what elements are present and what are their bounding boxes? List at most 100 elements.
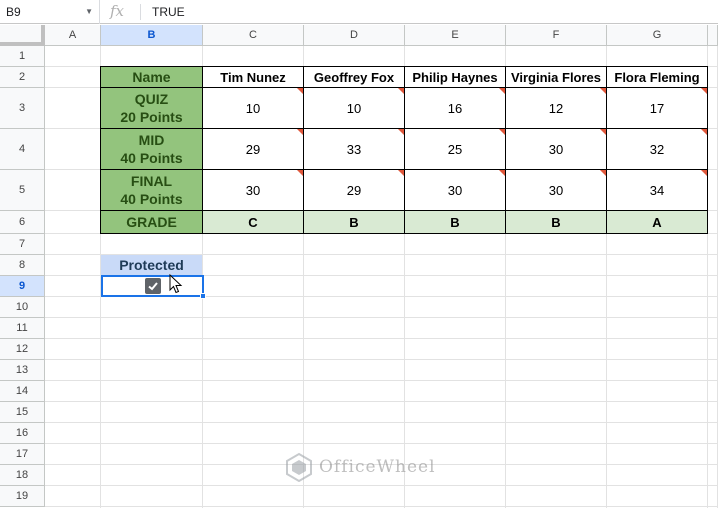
grade-cell[interactable]: B — [506, 211, 607, 234]
fx-icon: fx — [110, 2, 125, 20]
row-header-7[interactable]: 7 — [0, 234, 45, 255]
grade-cell[interactable]: B — [405, 211, 506, 234]
name-box-value: B9 — [6, 5, 21, 19]
score-cell[interactable]: 34 — [607, 170, 708, 211]
mouse-pointer-icon — [169, 273, 183, 299]
grade-cell[interactable]: B — [304, 211, 405, 234]
score-cell[interactable]: 30 — [506, 129, 607, 170]
column-header-d[interactable]: D — [304, 25, 405, 46]
score-cell[interactable]: 12 — [506, 88, 607, 129]
score-value: 32 — [649, 141, 665, 157]
score-value: 30 — [548, 141, 564, 157]
score-cell[interactable]: 33 — [304, 129, 405, 170]
grade-cell[interactable]: C — [203, 211, 304, 234]
score-value: 25 — [447, 141, 463, 157]
protected-range-indicator-icon — [297, 88, 303, 94]
score-value: 30 — [548, 182, 564, 198]
grade-label[interactable]: GRADE — [101, 211, 203, 234]
score-value: 34 — [649, 182, 665, 198]
row-header-10[interactable]: 10 — [0, 297, 45, 318]
select-all-corner[interactable] — [0, 25, 45, 46]
score-value: 33 — [346, 141, 362, 157]
protected-range-indicator-icon — [398, 129, 404, 135]
row-header-3[interactable]: 3 — [0, 88, 45, 129]
table-header-name[interactable]: Name — [101, 67, 203, 88]
score-category-label[interactable]: MID 40 Points — [101, 129, 203, 170]
protected-range-indicator-icon — [499, 170, 505, 176]
row-header-9[interactable]: 9 — [0, 276, 45, 297]
protected-range-indicator-icon — [701, 88, 707, 94]
row-header-4[interactable]: 4 — [0, 129, 45, 170]
row-header-12[interactable]: 12 — [0, 339, 45, 360]
name-box[interactable]: B9 ▼ — [0, 0, 100, 24]
formula-input[interactable]: TRUE — [152, 0, 185, 24]
selection-fill-handle[interactable] — [200, 293, 206, 299]
column-header-a[interactable]: A — [45, 25, 101, 46]
student-name-header[interactable]: Flora Fleming — [607, 67, 708, 88]
score-cell[interactable]: 30 — [405, 170, 506, 211]
column-header-extra — [708, 25, 718, 46]
row-header-5[interactable]: 5 — [0, 170, 45, 211]
protected-range-indicator-icon — [701, 129, 707, 135]
score-cell[interactable]: 29 — [203, 129, 304, 170]
row-header-6[interactable]: 6 — [0, 211, 45, 234]
student-name-header[interactable]: Philip Haynes — [405, 67, 506, 88]
score-value: 10 — [245, 100, 261, 116]
formula-bar: B9 ▼ fx TRUE — [0, 0, 718, 24]
protected-range-indicator-icon — [600, 170, 606, 176]
grade-cell[interactable]: A — [607, 211, 708, 234]
gridline-horizontal — [45, 359, 718, 360]
score-value: 30 — [447, 182, 463, 198]
row-header-16[interactable]: 16 — [0, 423, 45, 444]
score-category-label[interactable]: QUIZ 20 Points — [101, 88, 203, 129]
column-header-g[interactable]: G — [607, 25, 708, 46]
row-header-2[interactable]: 2 — [0, 67, 45, 88]
student-name-header[interactable]: Virginia Flores — [506, 67, 607, 88]
row-header-1[interactable]: 1 — [0, 46, 45, 67]
score-cell[interactable]: 16 — [405, 88, 506, 129]
protected-range-indicator-icon — [600, 129, 606, 135]
score-category-points: 20 Points — [120, 109, 183, 125]
score-cell[interactable]: 30 — [203, 170, 304, 211]
gridline-horizontal — [45, 317, 718, 318]
score-cell[interactable]: 10 — [304, 88, 405, 129]
row-header-15[interactable]: 15 — [0, 402, 45, 423]
protected-header[interactable]: Protected — [101, 255, 202, 275]
row-header-19[interactable]: 19 — [0, 486, 45, 507]
score-cell[interactable]: 30 — [506, 170, 607, 211]
row-header-14[interactable]: 14 — [0, 381, 45, 402]
gridline-horizontal — [45, 380, 718, 381]
score-category-label[interactable]: FINAL 40 Points — [101, 170, 203, 211]
row-header-18[interactable]: 18 — [0, 465, 45, 486]
score-cell[interactable]: 25 — [405, 129, 506, 170]
score-cell[interactable]: 17 — [607, 88, 708, 129]
gridline-horizontal — [45, 485, 718, 486]
score-cell[interactable]: 32 — [607, 129, 708, 170]
score-cell[interactable]: 10 — [203, 88, 304, 129]
score-value: 12 — [548, 100, 564, 116]
protected-checkbox[interactable] — [144, 278, 161, 294]
row-header-13[interactable]: 13 — [0, 360, 45, 381]
gridline-horizontal — [45, 338, 718, 339]
protected-range-indicator-icon — [297, 170, 303, 176]
row-header-11[interactable]: 11 — [0, 318, 45, 339]
watermark-text: OfficeWheel — [319, 457, 436, 477]
chevron-down-icon[interactable]: ▼ — [85, 0, 93, 24]
column-header-c[interactable]: C — [203, 25, 304, 46]
column-header-e[interactable]: E — [405, 25, 506, 46]
protected-range-indicator-icon — [499, 88, 505, 94]
score-category-name: FINAL — [130, 173, 173, 189]
student-name-header[interactable]: Tim Nunez — [203, 67, 304, 88]
column-header-f[interactable]: F — [506, 25, 607, 46]
protected-checkbox-cell[interactable] — [101, 275, 204, 297]
row-header-8[interactable]: 8 — [0, 255, 45, 276]
column-header-b[interactable]: B — [101, 25, 203, 46]
row-header-17[interactable]: 17 — [0, 444, 45, 465]
score-value: 17 — [649, 100, 665, 116]
score-cell[interactable]: 29 — [304, 170, 405, 211]
score-category-points: 40 Points — [120, 191, 183, 207]
score-value: 30 — [245, 182, 261, 198]
gridline-horizontal — [45, 506, 718, 507]
student-name-header[interactable]: Geoffrey Fox — [304, 67, 405, 88]
protected-range-indicator-icon — [297, 129, 303, 135]
